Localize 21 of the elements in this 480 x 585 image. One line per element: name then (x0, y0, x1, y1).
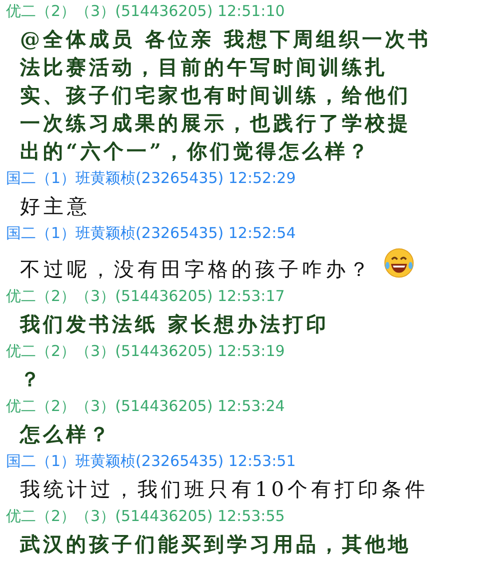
message-text: @全体成员 各位亲 我想下周组织一次书 (20, 26, 431, 53)
message-header: 国二（1）班黄颖桢(23265435) 12:52:54 (6, 223, 296, 244)
message-header: 优二（2）（3）(514436205) 12:51:10 (6, 1, 285, 22)
message-text: 武汉的孩子们能买到学习用品，其他地 (20, 531, 411, 558)
message-text: 法比赛活动，目前的午写时间训练扎 (20, 54, 388, 81)
message-header: 优二（2）（3）(514436205) 12:53:55 (6, 506, 285, 527)
message-text: ？ (20, 366, 43, 393)
message-header: 国二（1）班黄颖桢(23265435) 12:52:29 (6, 168, 296, 189)
message-text: 好主意 (20, 193, 90, 220)
message-header: 优二（2）（3）(514436205) 12:53:24 (6, 396, 285, 417)
message-header: 优二（2）（3）(514436205) 12:53:19 (6, 341, 285, 362)
message-text: 一次练习成果的展示，也践行了学校提 (20, 110, 411, 137)
message-header: 优二（2）（3）(514436205) 12:53:17 (6, 286, 285, 307)
message-text: 实、孩子们宅家也有时间训练，给他们 (20, 82, 411, 109)
message-header: 国二（1）班黄颖桢(23265435) 12:53:51 (6, 451, 296, 472)
laughing-emoji-icon (382, 247, 414, 279)
message-text: 出的“六个一”，你们觉得怎么样？ (20, 138, 372, 165)
message-text: 我统计过，我们班只有10个有打印条件 (20, 476, 428, 503)
message-text: 我们发书法纸 家长想办法打印 (20, 311, 329, 338)
message-text: 不过呢，没有田字格的孩子咋办？ (20, 256, 372, 283)
message-text: 怎么样？ (20, 421, 112, 448)
